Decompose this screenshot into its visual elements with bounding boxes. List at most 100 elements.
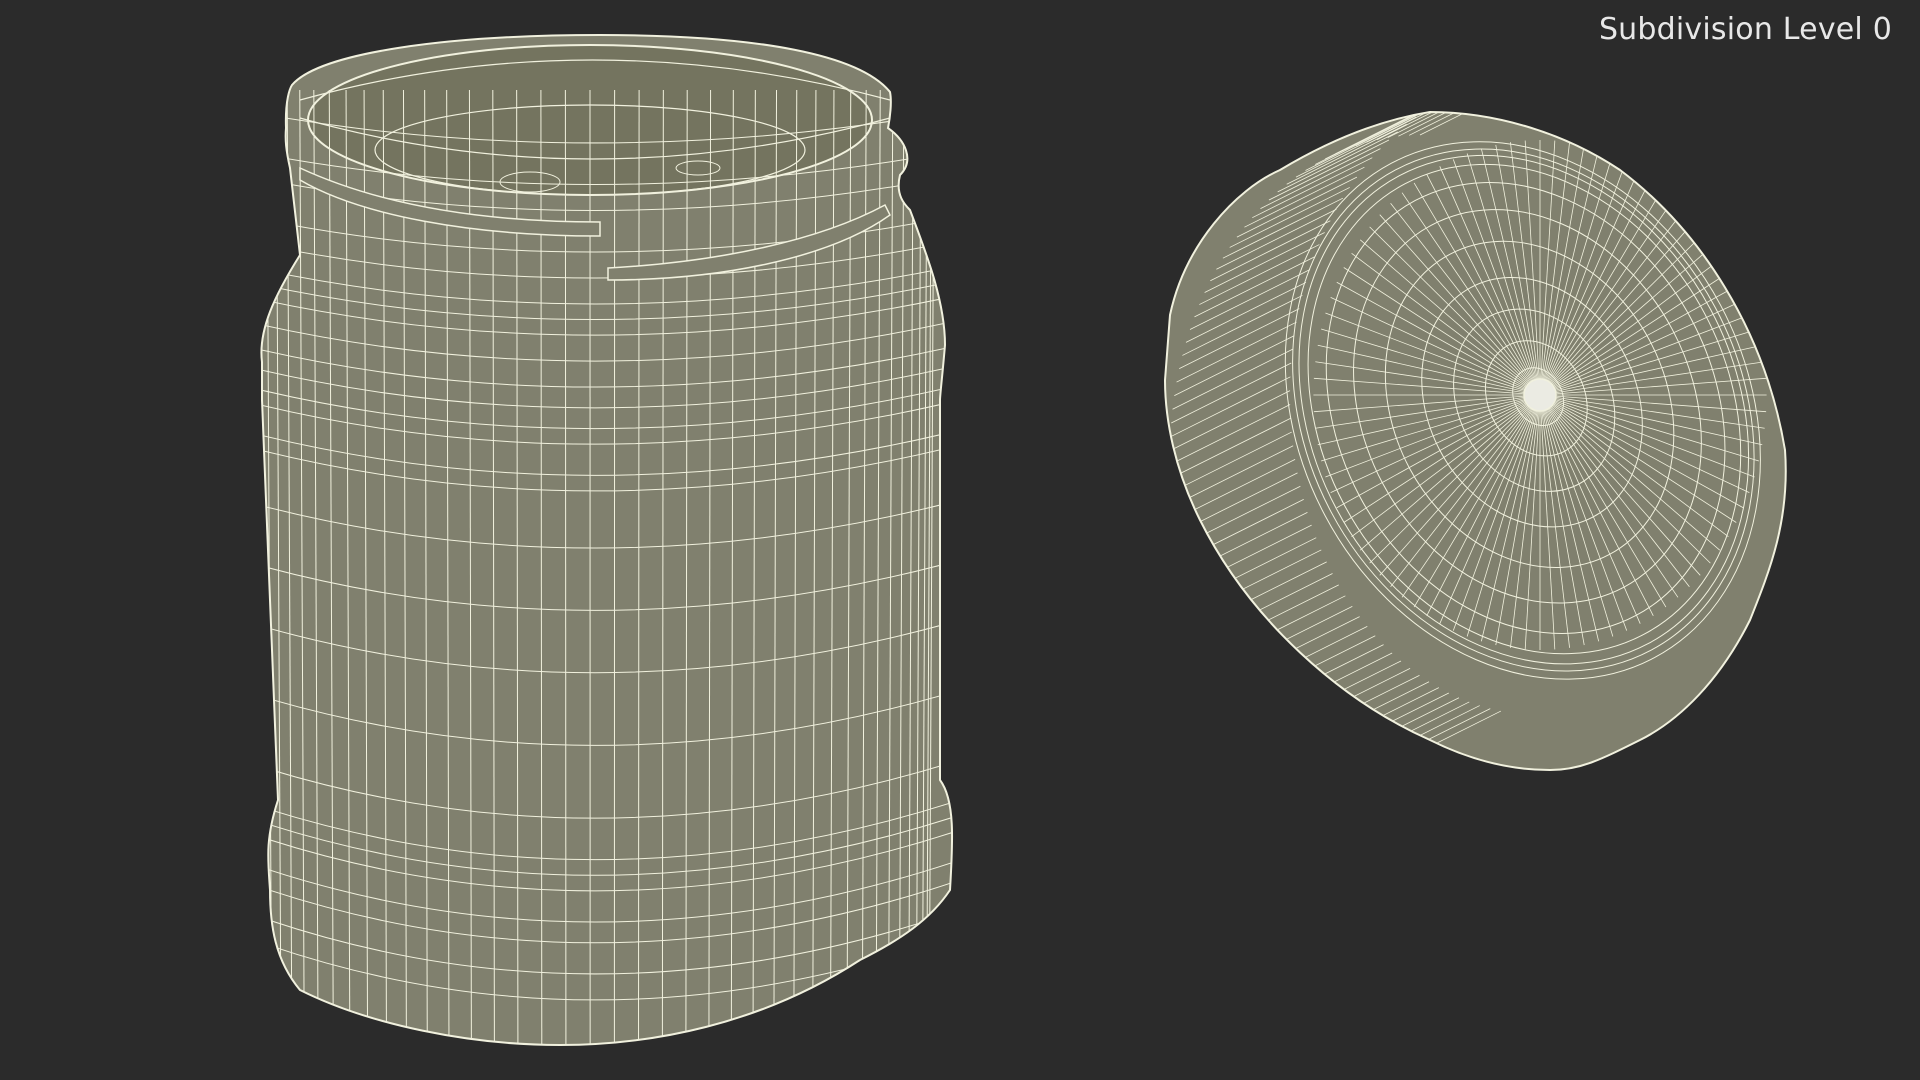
lid-spoke-line xyxy=(1539,344,1763,396)
lid-spoke-line xyxy=(1539,394,1679,598)
lid-spoke-line xyxy=(1343,267,1541,396)
lid-ring-line xyxy=(1353,209,1702,604)
lid-knurl-line xyxy=(1299,674,1420,736)
lid-knurl-line xyxy=(1277,131,1398,193)
jar-inner-dome-right xyxy=(675,160,721,176)
lid-spoke-line xyxy=(1539,361,1765,396)
jar-model[interactable] xyxy=(240,33,960,1050)
lid-spoke-line xyxy=(1539,394,1628,631)
lid-knurl-line xyxy=(1271,652,1393,714)
lid-knurl-line xyxy=(1295,116,1417,178)
lid-spoke-line xyxy=(1336,281,1541,396)
jar-meridian-line xyxy=(363,89,369,1045)
lid-knurl-line xyxy=(1366,112,1487,143)
lid-spoke-line xyxy=(1539,394,1690,587)
lid-spoke-line xyxy=(1539,394,1744,509)
jar-ring-line xyxy=(261,319,953,362)
lid-spoke-line xyxy=(1539,394,1667,608)
lid-knurl-line xyxy=(1268,139,1390,201)
jar-thread-left xyxy=(299,166,601,237)
jar-thread-right xyxy=(607,203,891,281)
jar-meridian-line xyxy=(861,89,867,1045)
jar-meridian-line xyxy=(875,89,881,1045)
lid-spoke-line xyxy=(1495,144,1541,396)
3d-viewport[interactable]: Subdivision Level 0 xyxy=(0,0,1920,1080)
jar-ring-line xyxy=(261,829,953,892)
lid-spoke-line xyxy=(1413,394,1541,608)
jar-meridian-line xyxy=(908,89,914,1045)
lid-knurl-line xyxy=(1172,348,1293,410)
jar-ring-line xyxy=(261,399,953,445)
lid-knurl-line xyxy=(1229,187,1350,248)
lid-knurl-line xyxy=(1345,112,1466,150)
jar-ring-line xyxy=(261,109,953,144)
lid-ring-line xyxy=(1307,163,1742,655)
lid-spoke-line xyxy=(1539,394,1556,650)
lid-ring-line xyxy=(1384,240,1675,569)
lid-spoke-line xyxy=(1539,142,1570,396)
lid-spoke-line xyxy=(1401,394,1541,598)
lid-spoke-line xyxy=(1539,140,1556,396)
jar-meridian-line xyxy=(516,89,519,1045)
jar-ring-line xyxy=(261,384,953,430)
lid-spoke-line xyxy=(1317,394,1541,446)
lid-ring-line xyxy=(1325,181,1726,634)
scene-canvas xyxy=(240,33,1852,1050)
jar-meridian-line xyxy=(402,89,407,1045)
lid-spoke-line xyxy=(1321,394,1541,462)
jar-meridian-line xyxy=(661,89,664,1045)
lid-wireframe xyxy=(1169,112,1767,770)
lid-knurl-line xyxy=(1289,668,1411,729)
lid-knurl-line xyxy=(1187,512,1308,573)
lid-knurl-line xyxy=(1176,321,1297,383)
jar-ring-line xyxy=(261,909,953,975)
jar-meridian-line xyxy=(328,89,334,1045)
lid-spoke-line xyxy=(1390,394,1541,587)
subdivision-level-label: Subdivision Level 0 xyxy=(1598,12,1892,47)
lid-spoke-line xyxy=(1336,394,1541,509)
lid-knurl-line xyxy=(1328,692,1449,754)
jar-ring-line xyxy=(261,214,953,253)
lid-spoke-line xyxy=(1313,377,1541,396)
lid-spoke-line xyxy=(1313,394,1541,413)
jar-meridian-line xyxy=(730,89,734,1045)
lid-knurl-line xyxy=(1239,616,1360,677)
lid-knurl-line xyxy=(1315,112,1436,165)
lid-knurl-line xyxy=(1308,681,1430,743)
lid-spoke-line xyxy=(1524,140,1541,396)
lid-spoke-line xyxy=(1510,142,1541,396)
lid-knurl-line xyxy=(1174,459,1296,520)
lid-knurl-line xyxy=(1177,472,1298,534)
jar-rim-line xyxy=(299,59,891,101)
lid-knurl-line xyxy=(1196,537,1317,599)
lid-spoke-line xyxy=(1330,297,1541,396)
lid-spoke-line xyxy=(1466,394,1541,637)
lid-knurl-line xyxy=(1172,445,1294,507)
lid-spoke-line xyxy=(1539,394,1641,624)
jar-meridian-line xyxy=(752,89,756,1045)
lid-knurl-line xyxy=(1387,112,1508,139)
lid-knurl-line xyxy=(1359,705,1480,766)
jar-rim-line xyxy=(299,117,891,160)
lid-spoke-line xyxy=(1379,394,1541,576)
lid-spoke-line xyxy=(1539,394,1654,617)
jar-ring-line xyxy=(261,364,953,409)
jar-ring-line xyxy=(261,814,953,876)
lid-knurl-line xyxy=(1201,549,1322,611)
jar-ring-line xyxy=(261,799,953,861)
lid-spoke-line xyxy=(1539,394,1750,493)
lid-knurl-line xyxy=(1335,112,1456,155)
jar-meridian-line xyxy=(638,89,640,1045)
lid-spoke-line xyxy=(1539,226,1711,396)
lid-model[interactable] xyxy=(1163,58,1852,772)
lid-spoke-line xyxy=(1325,394,1541,478)
lid-spoke-line xyxy=(1524,394,1541,650)
lid-spoke-line xyxy=(1539,153,1614,396)
lid-knurl-line xyxy=(1182,295,1303,356)
lid-knurl-line xyxy=(1222,197,1344,259)
jar-meridian-line xyxy=(249,90,254,1050)
jar-meridian-line xyxy=(915,89,922,1045)
lid-knurl-line xyxy=(1252,157,1373,219)
lid-knurl-line xyxy=(1218,584,1339,646)
lid-spoke-line xyxy=(1426,394,1541,617)
